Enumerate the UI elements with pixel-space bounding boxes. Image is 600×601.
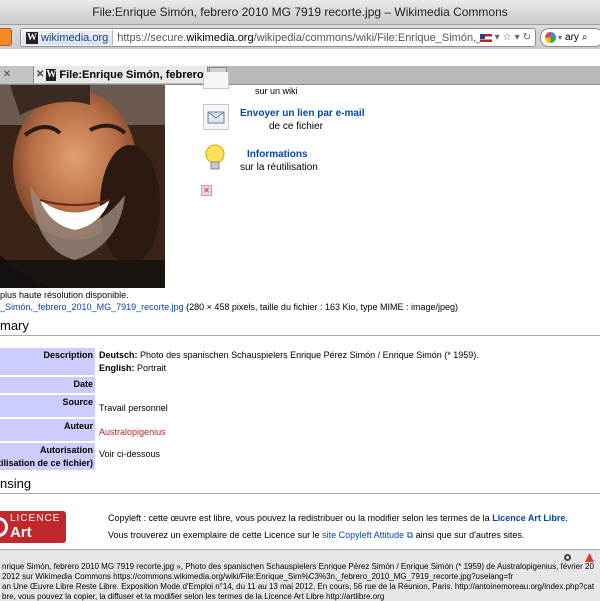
table-row: Date [0,377,483,393]
status-line-2: 2012 sur Wikimedia Commons https://commo… [2,572,514,581]
table-row: Source Travail personnel [0,395,483,417]
search-magnifier-icon[interactable]: ⌕ [582,32,588,43]
author-label: Auteur [0,419,96,441]
source-value: Travail personnel [99,403,168,413]
desc-de-lang: Deutsch: [99,350,138,360]
table-row: Auteur Australopigenius [0,419,483,441]
status-line-3: an Une Œuvre Libre Reste Libre. Expositi… [2,582,595,591]
info-link-block[interactable]: Informations sur la réutilisation [240,149,318,173]
info-link[interactable]: Informations [247,149,318,160]
copyleft-attitude-link[interactable]: site Copyleft Attitude [322,530,404,540]
google-icon [545,32,556,43]
dropdown-arrow-icon[interactable]: ▾ [515,32,520,43]
url-prefix: https://secure. [117,31,187,44]
summary-heading: mary [0,318,600,336]
reload-icon[interactable]: ↻ [523,32,531,43]
lowres-note: plus haute résolution disponible. [0,290,129,300]
addon-icon[interactable] [563,553,572,562]
licence-art-libre-logo[interactable]: LICENCE Art libre [0,511,66,558]
info-link-sub: sur la réutilisation [240,162,318,173]
tab-close-icon[interactable]: ✕ [36,69,44,80]
file-image[interactable] [0,85,165,288]
dropdown-arrow-icon[interactable]: ▾ [495,32,500,43]
desc-en-text: Portrait [134,363,167,373]
date-label: Date [0,377,96,393]
portrait-photo [0,85,165,288]
site-identity-button[interactable]: W wikimedia.org [22,30,114,45]
url-path: /wikipedia/commons/wiki/File:Enrique_Sim… [253,31,480,44]
permission-label: Autorisation tilisation de ce fichier) [0,443,96,470]
license-line2: Vous trouverez un exemplaire de cette Li… [108,530,525,540]
email-icon[interactable] [203,104,229,130]
window-title: File:Enrique Simón, febrero 2010 MG 7919… [92,5,508,19]
search-input[interactable]: ▾ ary ⌕ [540,28,600,47]
logo-line1: LICENCE [10,513,61,524]
desc-de-text: Photo des spanischen Schauspielers Enriq… [137,350,479,360]
email-link[interactable]: Envoyer un lien par e-mail [240,108,364,119]
author-link[interactable]: Australopigenius [99,427,166,437]
logo-ring-icon [0,517,8,537]
licence-art-libre-link[interactable]: Licence Art Libre [492,513,565,523]
wiki-share-icon[interactable] [203,72,229,89]
table-row: Autorisation tilisation de ce fichier) V… [0,443,483,470]
browser-toolbar: W wikimedia.org https://secure.wikimedia… [0,25,600,49]
email-link-sub: de ce fichier [269,121,323,132]
status-bar: nrique Simón, febrero 2010 MG 7919 recor… [0,549,600,601]
rss-icon[interactable] [0,28,12,46]
tab-active[interactable]: ✕ W File:Enrique Simón, febrero 2010 [34,66,208,83]
wikimedia-favicon-icon: W [46,68,57,81]
tab-close-icon[interactable]: ✕ [2,69,12,80]
email-glyph [207,111,225,124]
language-flag-icon[interactable] [479,33,492,42]
site-identity-label: wikimedia.org [41,31,109,44]
original-file-link[interactable]: _Simón,_febrero_2010_MG_7919_recorte.jpg [0,302,184,312]
url-domain: wikimedia.org [186,31,254,44]
warning-glyph [585,553,594,562]
broken-image-icon: ✕ [201,185,212,196]
warning-icon[interactable] [585,553,594,562]
dropdown-arrow-icon[interactable]: ▾ [558,33,562,42]
wikimedia-favicon-icon: W [26,31,38,44]
status-line-1: nrique Simón, febrero 2010 MG 7919 recor… [2,562,594,571]
action-wiki-sub: sur un wiki [255,86,298,96]
lightbulb-glyph [205,144,225,170]
window-titlebar: File:Enrique Simón, febrero 2010 MG 7919… [0,0,600,25]
file-meta: (280 × 458 pixels, taille du fichier : 1… [183,302,459,312]
date-value [95,377,483,393]
address-bar[interactable]: W wikimedia.org https://secure.wikimedia… [20,28,536,47]
summary-table: Description Deutsch: Photo des spanische… [0,346,483,472]
tab-label: File:Enrique Simón, febrero 2010 [59,68,207,81]
bookmark-star-icon[interactable]: ☆ [503,32,512,43]
table-row: Description Deutsch: Photo des spanische… [0,348,483,375]
desc-en-lang: English: [99,363,135,373]
source-label: Source [0,395,96,417]
gear-glyph [564,554,571,561]
tab-partial[interactable]: ✕ [0,66,34,83]
licensing-heading: nsing [0,476,600,494]
email-link-block[interactable]: Envoyer un lien par e-mail de ce fichier [240,108,364,132]
license-line1: Copyleft : cette œuvre est libre, vous p… [108,513,568,523]
url-text[interactable]: https://secure.wikimedia.org/wikipedia/c… [117,32,479,44]
permission-value: Voir ci-dessous [99,449,161,459]
description-label: Description [0,348,96,375]
external-link-icon: ⧉ [404,530,414,540]
tab-bar: ✕ ✕ W File:Enrique Simón, febrero 2010 + [0,66,600,85]
search-value: ary [565,32,579,43]
description-value: Deutsch: Photo des spanischen Schauspiel… [95,348,483,375]
file-info-line: _Simón,_febrero_2010_MG_7919_recorte.jpg… [0,302,458,312]
lightbulb-icon[interactable] [203,142,227,174]
